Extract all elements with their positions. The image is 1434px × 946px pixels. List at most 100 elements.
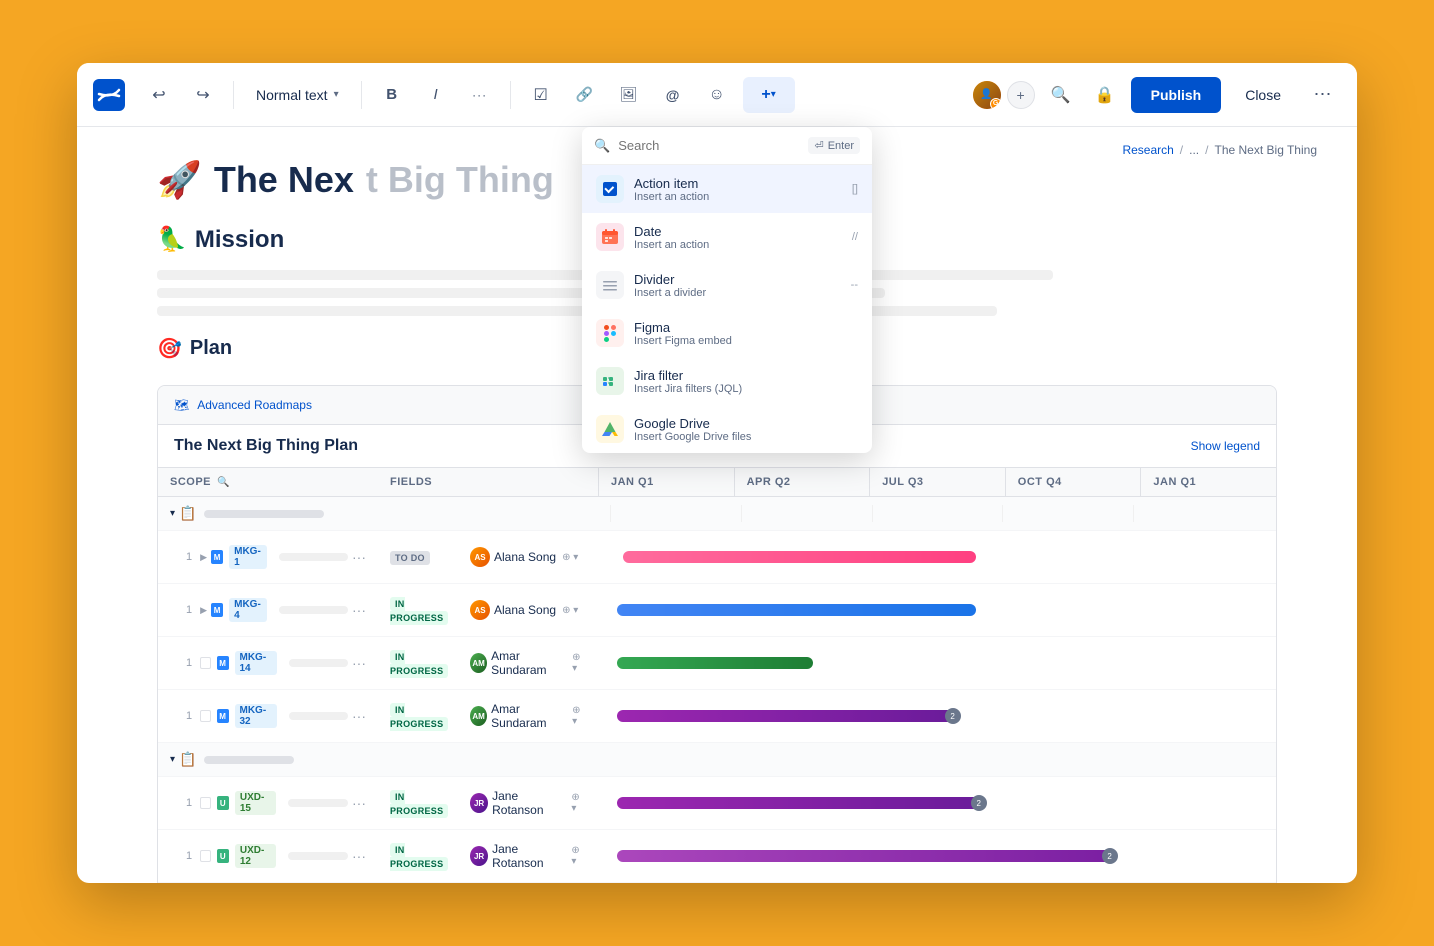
date-icon: [596, 223, 624, 251]
mkg1-status-badge: TO DO: [390, 551, 430, 565]
period-3: Jul Q3: [869, 468, 1005, 496]
mkg4-tag[interactable]: MKG-4: [229, 598, 267, 622]
link-button[interactable]: 🔗: [567, 77, 603, 113]
uxd12-badge: 2: [1102, 848, 1118, 864]
gdrive-icon: [596, 415, 624, 443]
mkg32-options[interactable]: ···: [352, 708, 366, 724]
show-legend-button[interactable]: Show legend: [1191, 439, 1260, 453]
redo-button[interactable]: ↪: [185, 77, 221, 113]
user-avatar: 👤 G: [971, 79, 1003, 111]
breadcrumb-research[interactable]: Research: [1122, 143, 1173, 157]
mkg14-tag[interactable]: MKG-14: [235, 651, 277, 675]
close-button[interactable]: Close: [1229, 77, 1297, 113]
title-emoji: 🚀: [157, 159, 202, 201]
mention-button[interactable]: @: [655, 77, 691, 113]
image-button[interactable]: 🖼: [611, 77, 647, 113]
add-collaborator-button[interactable]: +: [1007, 81, 1035, 109]
mkg1-assignee-icon[interactable]: ⊕ ▾: [562, 552, 578, 563]
mkg14-avatar: AM: [470, 653, 487, 673]
return-icon: ⏎: [814, 139, 823, 152]
undo-button[interactable]: ↩: [141, 77, 177, 113]
text-style-dropdown[interactable]: Normal text ▾: [246, 77, 349, 113]
jira-text: Jira filter Insert Jira filters (JQL): [634, 368, 848, 395]
table-header: SCOPE 🔍 FIELDS Jan Q1 Apr Q2 Jul Q3 Oct …: [158, 468, 1276, 497]
publish-button[interactable]: Publish: [1131, 77, 1222, 113]
table-row: 1 ▶ M MKG-4 ··· IN PROGRESS: [158, 584, 1276, 637]
dropdown-item-divider[interactable]: Divider Insert a divider --: [582, 261, 872, 309]
dropdown-item-gdrive[interactable]: Google Drive Insert Google Drive files: [582, 405, 872, 453]
image-icon: 🖼: [620, 86, 638, 103]
insert-button[interactable]: + ▾: [743, 77, 795, 113]
jira-sub: Insert Jira filters (JQL): [634, 383, 848, 395]
uxd15-options[interactable]: ···: [352, 795, 366, 811]
uxd12-bar: 2: [617, 850, 1114, 862]
italic-button[interactable]: I: [418, 77, 454, 113]
dropdown-item-action[interactable]: Action item Insert an action []: [582, 165, 872, 213]
mkg14-assignee-icon[interactable]: ⊕ ▾: [572, 652, 586, 674]
undo-icon: ↩: [152, 85, 165, 105]
uxd12-tag-icon: U: [217, 849, 229, 863]
toolbar-right: 👤 G + 🔍 🔒 Publish Close ⋯: [971, 77, 1341, 113]
mkg4-tag-icon: M: [211, 603, 223, 617]
collaborators-group: 👤 G +: [971, 79, 1035, 111]
uxd15-avatar: JR: [470, 793, 488, 813]
mkg32-tag[interactable]: MKG-32: [235, 704, 277, 728]
mkg32-assignee-icon[interactable]: ⊕ ▾: [572, 705, 586, 727]
mkg4-assignee-icon[interactable]: ⊕ ▾: [562, 605, 578, 616]
scope-group-row-1: ▾ 📋: [158, 497, 1276, 531]
roadmap-header-label: Advanced Roadmaps: [197, 398, 312, 412]
checkbox-button[interactable]: ☑: [523, 77, 559, 113]
chevron-2[interactable]: ▾: [170, 754, 175, 765]
dropdown-item-jira[interactable]: Jira filter Insert Jira filters (JQL): [582, 357, 872, 405]
mkg14-options[interactable]: ···: [352, 655, 366, 671]
link-icon: 🔗: [576, 86, 593, 103]
mission-label: Mission: [195, 226, 284, 254]
uxd12-options[interactable]: ···: [352, 848, 366, 864]
scope-search-icon[interactable]: 🔍: [217, 477, 230, 488]
assignee-header: [458, 468, 598, 496]
breadcrumb-sep-1: /: [1180, 143, 1183, 157]
dropdown-search-input[interactable]: [618, 138, 800, 153]
mkg1-tag[interactable]: MKG-1: [229, 545, 267, 569]
mkg1-chevron[interactable]: ▶: [200, 552, 207, 563]
mkg4-scope: 1 ▶ M MKG-4 ···: [158, 590, 378, 630]
more-format-icon: ···: [472, 88, 487, 102]
action-item-icon: [596, 175, 624, 203]
chevron-1[interactable]: ▾: [170, 508, 175, 519]
overflow-icon: ⋯: [1314, 84, 1333, 105]
more-format-button[interactable]: ···: [462, 77, 498, 113]
lock-button[interactable]: 🔒: [1087, 77, 1123, 113]
figma-text: Figma Insert Figma embed: [634, 320, 848, 347]
confluence-logo[interactable]: [93, 79, 125, 111]
fields-header: FIELDS: [378, 468, 458, 496]
mkg4-avatar: AS: [470, 600, 490, 620]
group-status-1: [378, 497, 458, 530]
scope-group-1-cell: ▾ 📋: [158, 497, 378, 530]
mkg1-scope: 1 ▶ M MKG-1 ···: [158, 537, 378, 577]
emoji-button[interactable]: ☺: [699, 77, 735, 113]
mkg4-options[interactable]: ···: [352, 602, 366, 618]
mkg1-tag-icon: M: [211, 550, 223, 564]
dropdown-item-figma[interactable]: Figma Insert Figma embed: [582, 309, 872, 357]
roadmap-table: SCOPE 🔍 FIELDS Jan Q1 Apr Q2 Jul Q3 Oct …: [158, 468, 1276, 883]
search-toolbar-button[interactable]: 🔍: [1043, 77, 1079, 113]
toolbar-divider-3: [510, 81, 511, 109]
toolbar-divider-2: [361, 81, 362, 109]
action-item-shortcut: []: [852, 183, 858, 195]
bold-button[interactable]: B: [374, 77, 410, 113]
uxd12-assignee-icon[interactable]: ⊕ ▾: [571, 845, 586, 867]
uxd15-assignee-icon[interactable]: ⊕ ▾: [571, 792, 586, 814]
dropdown-search-icon: 🔍: [594, 138, 610, 154]
uxd15-tag[interactable]: UXD-15: [235, 791, 276, 815]
mkg32-tag-icon: M: [217, 709, 229, 723]
mkg32-scope: 1 M MKG-32 ···: [158, 696, 378, 736]
mkg4-chevron[interactable]: ▶: [200, 605, 207, 616]
insert-dropdown: 🔍 ⏎ Enter Action item Insert an action […: [582, 127, 872, 453]
uxd12-assignee-name: Jane Rotanson: [492, 842, 565, 870]
dropdown-item-date[interactable]: Date Insert an action //: [582, 213, 872, 261]
mkg1-name-bar: [279, 553, 348, 561]
plus-icon: +: [761, 86, 770, 104]
overflow-menu-button[interactable]: ⋯: [1305, 77, 1341, 113]
mkg1-options[interactable]: ···: [352, 549, 366, 565]
uxd12-tag[interactable]: UXD-12: [235, 844, 276, 868]
